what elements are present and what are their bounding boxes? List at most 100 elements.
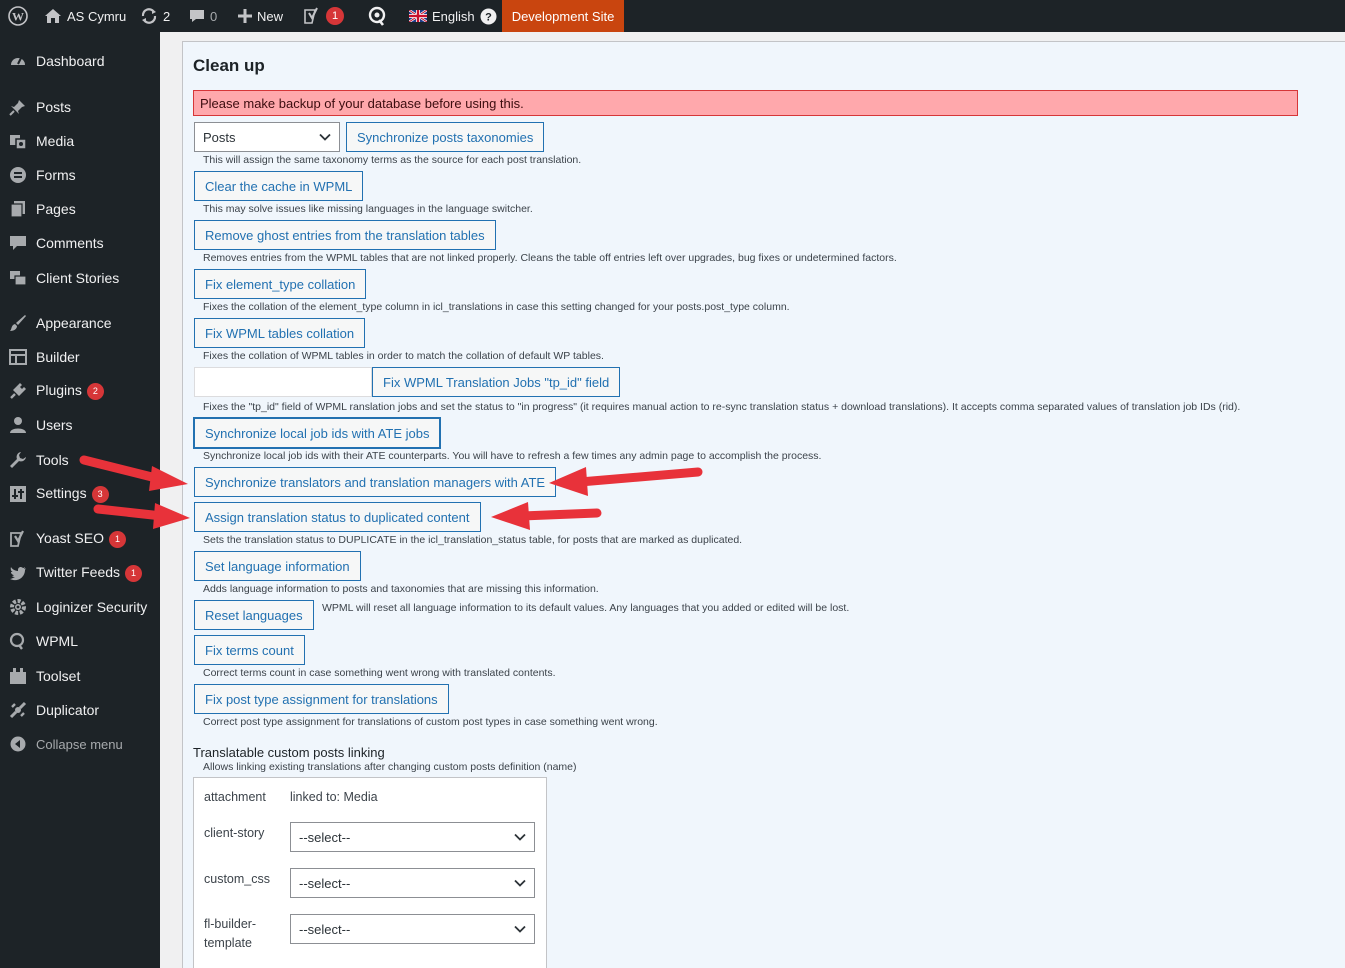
sidebar-item-forms[interactable]: Forms [0, 158, 160, 192]
fl-builder-template-label-line1: fl-builder- [204, 917, 257, 931]
sidebar-item-label: Settings 3 [36, 485, 109, 503]
sidebar-item-label: Yoast SEO 1 [36, 530, 126, 548]
clear-cache-description: This may solve issues like missing langu… [203, 203, 533, 215]
settings-icon [8, 484, 28, 504]
cleanup-panel: Clean up Please make backup of your data… [182, 41, 1345, 968]
pin-icon [8, 97, 28, 117]
client-story-select[interactable]: --select-- [290, 822, 535, 852]
attachment-label: attachment [204, 790, 266, 804]
sync-translators-button[interactable]: Synchronize translators and translation … [194, 467, 557, 497]
plug-icon [8, 381, 28, 401]
sidebar-item-twitter-feeds[interactable]: Twitter Feeds 1 [0, 556, 160, 590]
sidebar-item-settings[interactable]: Settings 3 [0, 477, 160, 511]
sidebar-item-toolset[interactable]: Toolset [0, 659, 160, 693]
wordpress-logo-icon[interactable]: W [8, 0, 28, 32]
fix-tp-id-description: Fixes the "tp_id" field of WPML ranslati… [203, 401, 1241, 413]
sidebar-badge: 1 [108, 530, 126, 548]
assign-status-description: Sets the translation status to DUPLICATE… [203, 534, 743, 546]
clear-cache-button[interactable]: Clear the cache in WPML [194, 171, 364, 201]
sidebar-item-builder[interactable]: Builder [0, 340, 160, 374]
comment-icon [189, 8, 205, 24]
remove-ghost-description: Removes entries from the WPML tables tha… [203, 252, 897, 264]
sidebar-item-loginizer-security[interactable]: Loginizer Security [0, 590, 160, 624]
fix-post-type-description: Correct post type assignment for transla… [203, 716, 658, 728]
collapse-menu-button[interactable]: Collapse menu [0, 727, 160, 761]
sidebar-item-media[interactable]: Media [0, 124, 160, 158]
post-type-select[interactable]: Posts [194, 122, 340, 152]
dashboard-icon [8, 51, 28, 71]
sidebar-item-plugins[interactable]: Plugins 2 [0, 374, 160, 408]
sidebar-item-wpml[interactable]: WPML [0, 624, 160, 658]
sidebar-label-text: Loginizer Security [36, 599, 148, 615]
sidebar-item-pages[interactable]: Pages [0, 192, 160, 226]
sidebar-badge: 3 [91, 485, 109, 503]
fix-tp-id-button[interactable]: Fix WPML Translation Jobs "tp_id" field [372, 367, 621, 397]
attachment-linked-value: linked to: Media [290, 790, 378, 804]
wpml-admin-link[interactable] [366, 0, 388, 32]
sidebar-item-duplicator[interactable]: Duplicator [0, 693, 160, 727]
comment-icon [8, 233, 28, 253]
sidebar-badge: 1 [125, 564, 143, 582]
assign-translation-status-button[interactable]: Assign translation status to duplicated … [194, 502, 481, 532]
sidebar-label-text: Tools [36, 452, 69, 468]
custom-css-select[interactable]: --select-- [290, 868, 535, 898]
wrench-icon [8, 450, 28, 470]
sidebar-label-text: Dashboard [36, 53, 105, 69]
sidebar-item-label: Builder [36, 349, 80, 365]
fix-terms-count-button[interactable]: Fix terms count [194, 635, 305, 665]
updates-link[interactable]: 2 [140, 0, 170, 32]
brush-icon [8, 313, 28, 333]
sidebar-item-tools[interactable]: Tools [0, 443, 160, 477]
sync-job-ids-button[interactable]: Synchronize local job ids with ATE jobs [194, 418, 441, 448]
fix-post-type-button[interactable]: Fix post type assignment for translation… [194, 684, 449, 714]
updates-count: 2 [163, 8, 171, 24]
fix-tables-collation-button[interactable]: Fix WPML tables collation [194, 318, 366, 348]
sidebar-item-dashboard[interactable]: Dashboard [0, 44, 160, 78]
fl-builder-template-select[interactable]: --select-- [290, 914, 535, 944]
sidebar-item-label: Duplicator [36, 702, 99, 718]
yoast-admin-link[interactable]: 1 [303, 0, 344, 32]
sidebar-label-text: Yoast SEO [36, 530, 104, 547]
reset-languages-button[interactable]: Reset languages [194, 600, 314, 630]
new-content-link[interactable]: New [238, 0, 283, 32]
yoast-badge: 1 [326, 7, 344, 25]
sidebar-item-comments[interactable]: Comments [0, 226, 160, 260]
site-name-link[interactable]: AS Cymru [44, 0, 126, 32]
sidebar-item-client-stories[interactable]: Client Stories [0, 261, 160, 295]
sidebar-item-appearance[interactable]: Appearance [0, 306, 160, 340]
sync-taxonomies-button[interactable]: Synchronize posts taxonomies [346, 122, 545, 152]
client-story-select-value: --select-- [299, 829, 351, 845]
sidebar-item-label: Loginizer Security [36, 599, 147, 615]
set-language-button[interactable]: Set language information [194, 551, 361, 581]
collapse-label: Collapse menu [36, 736, 123, 752]
comments-link[interactable]: 0 [189, 0, 217, 32]
collapse-icon [8, 734, 28, 754]
svg-text:W: W [12, 10, 24, 24]
site-name: AS Cymru [67, 8, 127, 24]
yoast-icon [303, 7, 321, 25]
fl-builder-template-select-value: --select-- [299, 921, 351, 937]
sidebar-item-label: Client Stories [36, 270, 119, 286]
sidebar-item-users[interactable]: Users [0, 408, 160, 442]
updates-icon [140, 7, 158, 25]
sidebar-label-text: Media [36, 133, 75, 149]
remove-ghost-entries-button[interactable]: Remove ghost entries from the translatio… [194, 220, 496, 250]
sidebar-item-label: Dashboard [36, 53, 105, 69]
sidebar-item-label: WPML [36, 633, 78, 649]
sidebar-label-text: Settings [36, 485, 87, 502]
gear-icon [8, 597, 28, 617]
sidebar-label-text: Forms [36, 167, 76, 183]
sidebar-label-text: Posts [36, 99, 72, 115]
sidebar-item-yoast-seo[interactable]: Yoast SEO 1 [0, 522, 160, 556]
language-switcher[interactable]: English ? [409, 0, 497, 32]
sidebar-label-text: Appearance [36, 315, 112, 331]
sidebar-item-posts[interactable]: Posts [0, 90, 160, 124]
fix-element-type-button[interactable]: Fix element_type collation [194, 269, 367, 299]
fix-tables-collation-description: Fixes the collation of WPML tables in or… [203, 350, 604, 362]
sidebar-item-label: Plugins 2 [36, 382, 104, 400]
backup-warning: Please make backup of your database befo… [193, 90, 1298, 116]
post-type-value: Posts [203, 129, 236, 145]
help-icon[interactable]: ? [480, 8, 497, 25]
fl-builder-template-label-line2: template [204, 936, 252, 950]
job-ids-input[interactable] [194, 367, 372, 397]
